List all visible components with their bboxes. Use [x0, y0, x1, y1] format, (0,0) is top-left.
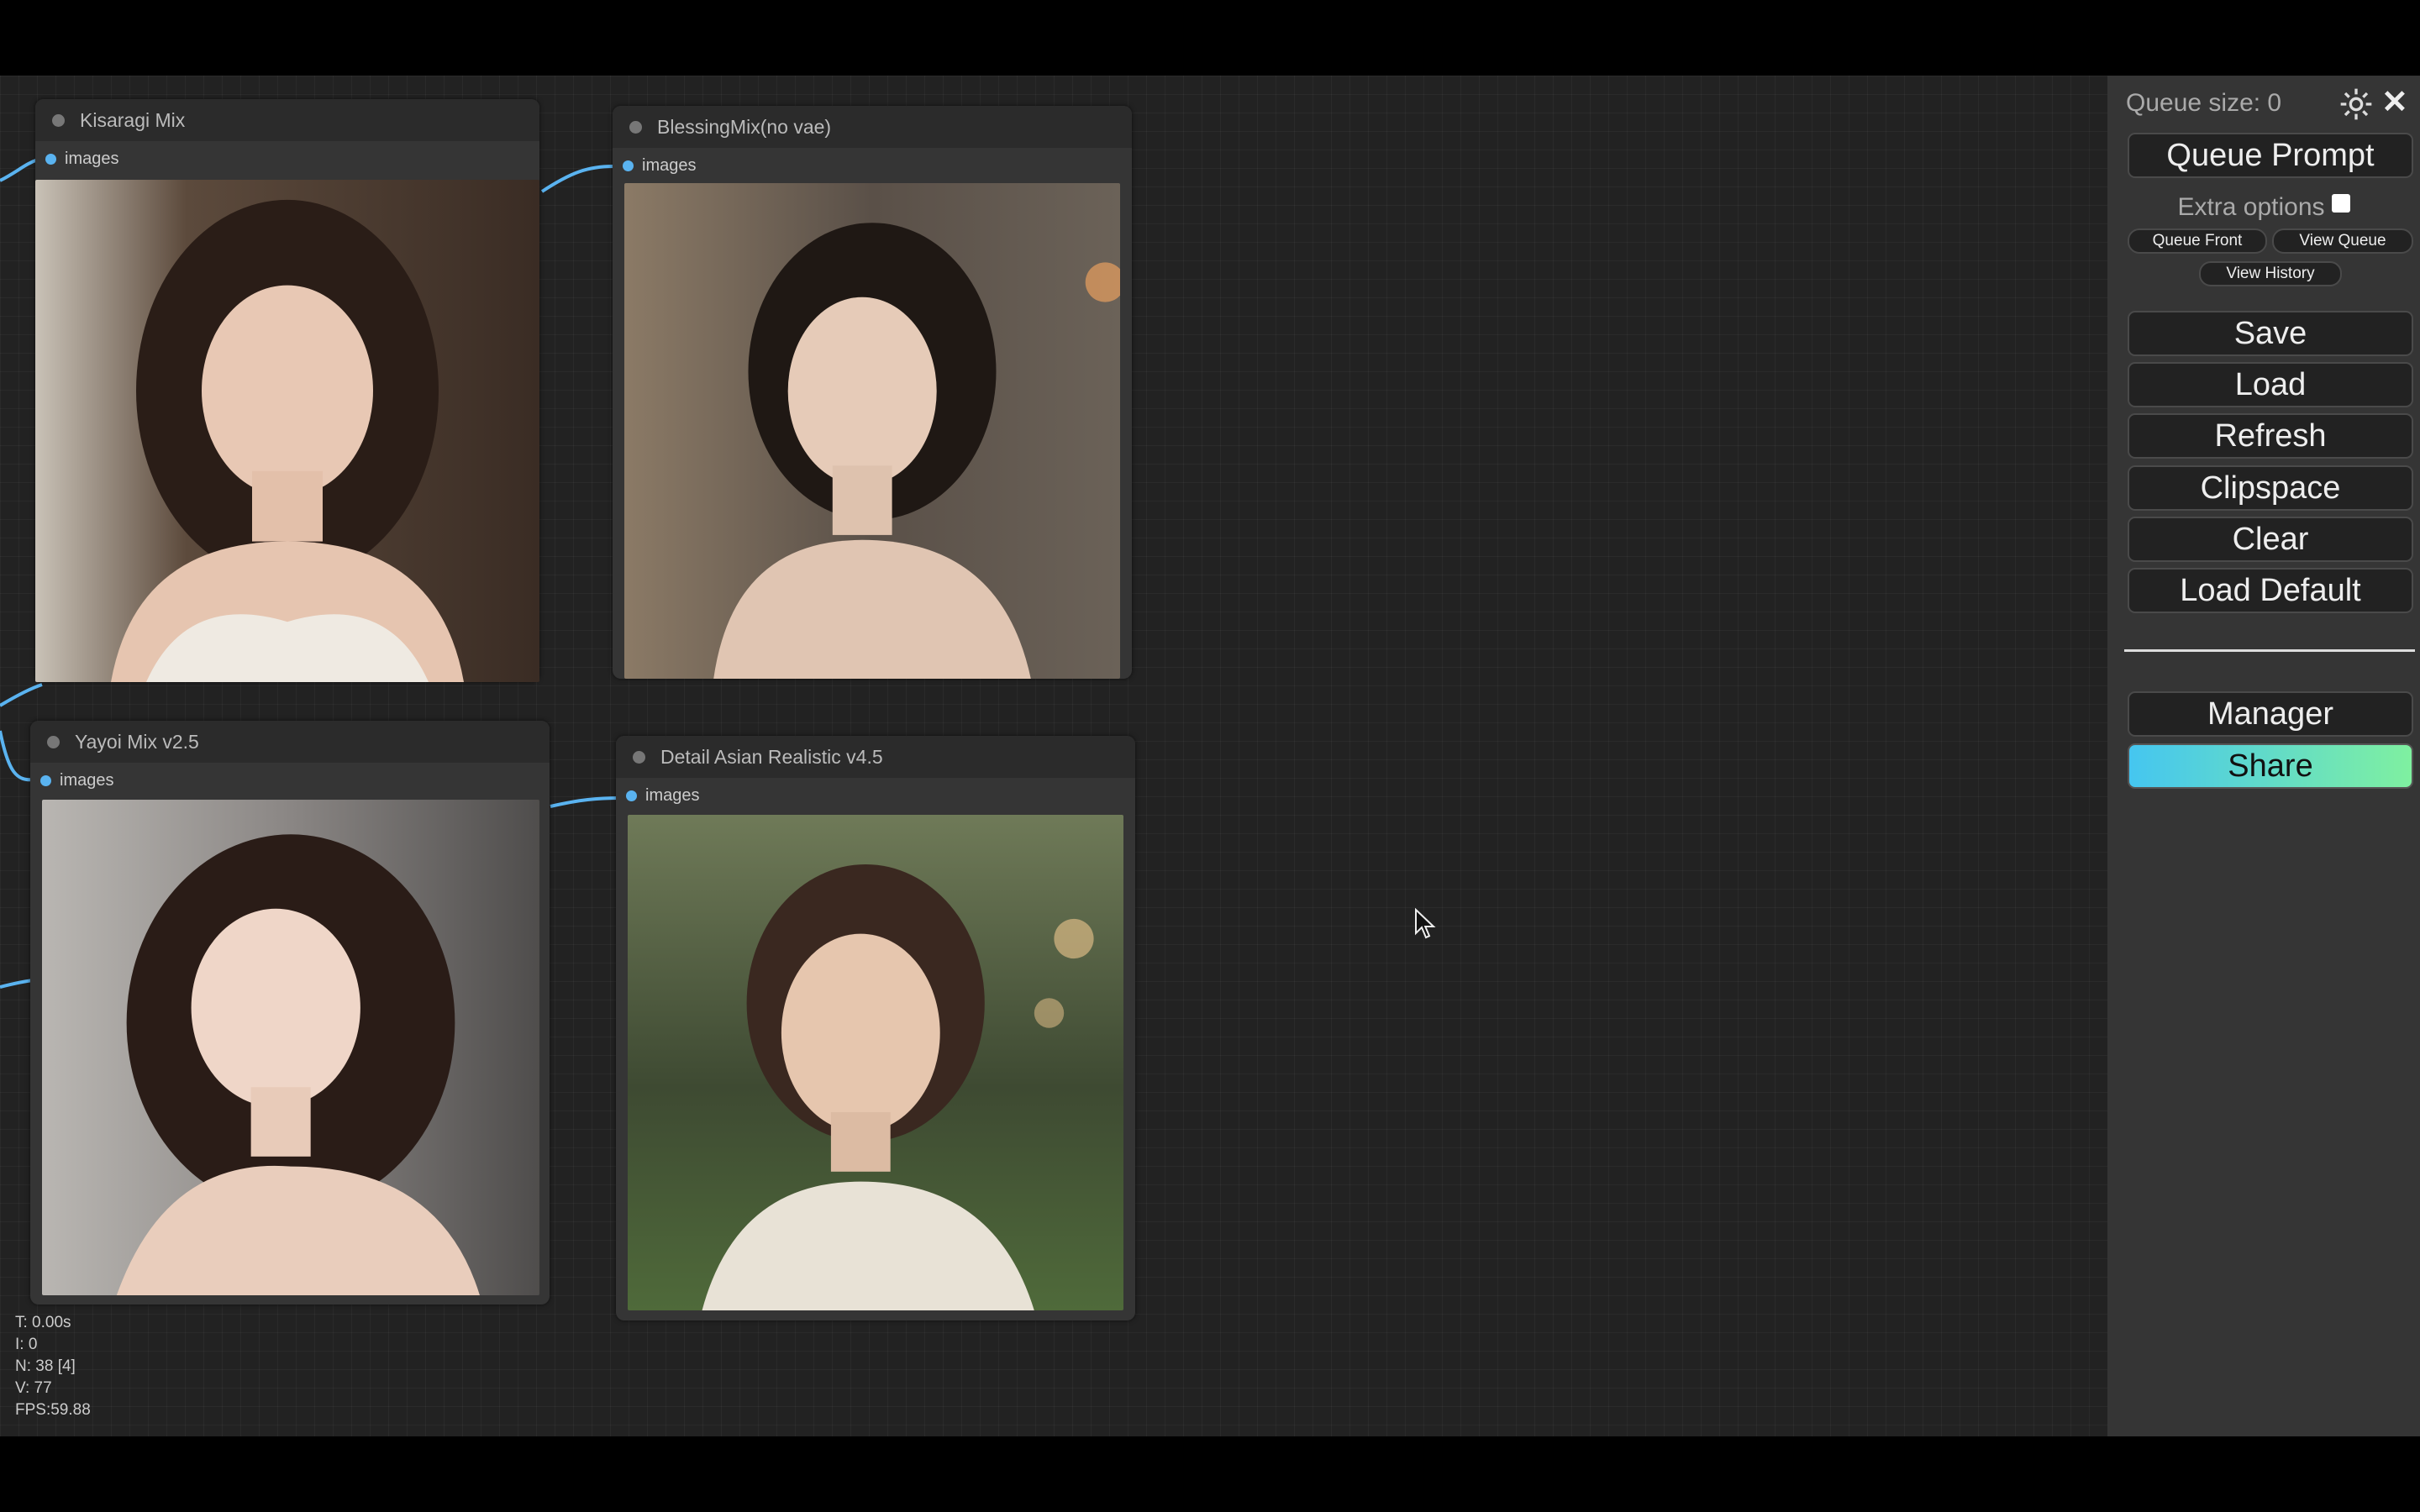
- node-title-bar[interactable]: Kisaragi Mix: [35, 99, 539, 141]
- slot-dot-icon[interactable]: [626, 790, 637, 801]
- queue-size-label: Queue size: 0: [2126, 89, 2282, 117]
- share-button[interactable]: Share: [2128, 743, 2413, 789]
- collapse-dot-icon[interactable]: [629, 120, 642, 134]
- preview-image[interactable]: [35, 180, 539, 682]
- refresh-button[interactable]: Refresh: [2128, 413, 2413, 459]
- collapse-dot-icon[interactable]: [52, 113, 65, 127]
- output-slot-images[interactable]: images: [613, 148, 1132, 183]
- slot-dot-icon[interactable]: [40, 774, 51, 786]
- node-title: BlessingMix(no vae): [657, 115, 832, 138]
- clear-button[interactable]: Clear: [2128, 517, 2413, 562]
- view-queue-button[interactable]: View Queue: [2272, 228, 2413, 254]
- slot-label: images: [645, 785, 700, 805]
- output-slot-images[interactable]: images: [30, 763, 550, 798]
- queue-front-button[interactable]: Queue Front: [2128, 228, 2267, 254]
- preview-image[interactable]: [624, 183, 1120, 679]
- node-title-bar[interactable]: Yayoi Mix v2.5: [30, 721, 550, 763]
- link-wire: [0, 683, 43, 707]
- node-detail-asian-realistic[interactable]: Detail Asian Realistic v4.5 images: [616, 736, 1135, 1320]
- gear-icon[interactable]: [2339, 87, 2373, 121]
- preview-image[interactable]: [42, 800, 539, 1295]
- slot-label: images: [642, 155, 697, 175]
- slot-label: images: [65, 149, 119, 168]
- node-blessingmix[interactable]: BlessingMix(no vae) images: [613, 106, 1132, 679]
- output-slot-images[interactable]: images: [35, 141, 539, 176]
- node-yayoi-mix[interactable]: Yayoi Mix v2.5 images: [30, 721, 550, 1305]
- menu-divider: [2124, 649, 2415, 652]
- node-title: Yayoi Mix v2.5: [75, 730, 199, 753]
- link-wire: [0, 158, 39, 182]
- side-menu: Queue size: 0 ✕ Queue Prompt Extra optio…: [2107, 76, 2420, 1436]
- collapse-dot-icon[interactable]: [47, 735, 60, 748]
- stat-time: T: 0.00s: [15, 1314, 71, 1331]
- view-history-button[interactable]: View History: [2199, 261, 2342, 286]
- slot-dot-icon[interactable]: [45, 153, 56, 165]
- slot-label: images: [60, 770, 114, 790]
- preview-image[interactable]: [628, 815, 1123, 1310]
- render-stats: T: 0.00s I: 0 N: 38 [4] V: 77 FPS:59.88: [15, 1312, 91, 1421]
- load-button[interactable]: Load: [2128, 362, 2413, 407]
- extra-options-row: Extra options: [2107, 193, 2420, 222]
- mouse-cursor-icon: [1415, 908, 1436, 939]
- slot-dot-icon[interactable]: [623, 160, 634, 171]
- link-wire: [0, 979, 34, 989]
- node-title: Detail Asian Realistic v4.5: [660, 745, 883, 768]
- close-icon[interactable]: ✕: [2381, 84, 2408, 121]
- node-title-bar[interactable]: Detail Asian Realistic v4.5: [616, 736, 1135, 778]
- stat-i: I: 0: [15, 1336, 38, 1353]
- stat-nodes: N: 38 [4]: [15, 1357, 76, 1375]
- link-wire: [0, 730, 34, 782]
- save-button[interactable]: Save: [2128, 311, 2413, 356]
- clipspace-button[interactable]: Clipspace: [2128, 465, 2413, 511]
- graph-canvas[interactable]: Kisaragi Mix images BlessingMix(no vae): [0, 76, 2420, 1436]
- extra-options-checkbox[interactable]: [2331, 194, 2350, 213]
- node-title: Kisaragi Mix: [80, 108, 186, 131]
- load-default-button[interactable]: Load Default: [2128, 568, 2413, 613]
- node-kisaragi-mix[interactable]: Kisaragi Mix images: [35, 99, 539, 682]
- stat-v: V: 77: [15, 1379, 52, 1397]
- manager-button[interactable]: Manager: [2128, 691, 2413, 737]
- extra-options-label: Extra options: [2177, 193, 2325, 221]
- link-wire: [540, 165, 614, 193]
- link-wire: [550, 796, 623, 808]
- queue-prompt-button[interactable]: Queue Prompt: [2128, 133, 2413, 178]
- stat-fps: FPS:59.88: [15, 1401, 91, 1419]
- output-slot-images[interactable]: images: [616, 778, 1135, 813]
- node-title-bar[interactable]: BlessingMix(no vae): [613, 106, 1132, 148]
- collapse-dot-icon[interactable]: [633, 750, 645, 764]
